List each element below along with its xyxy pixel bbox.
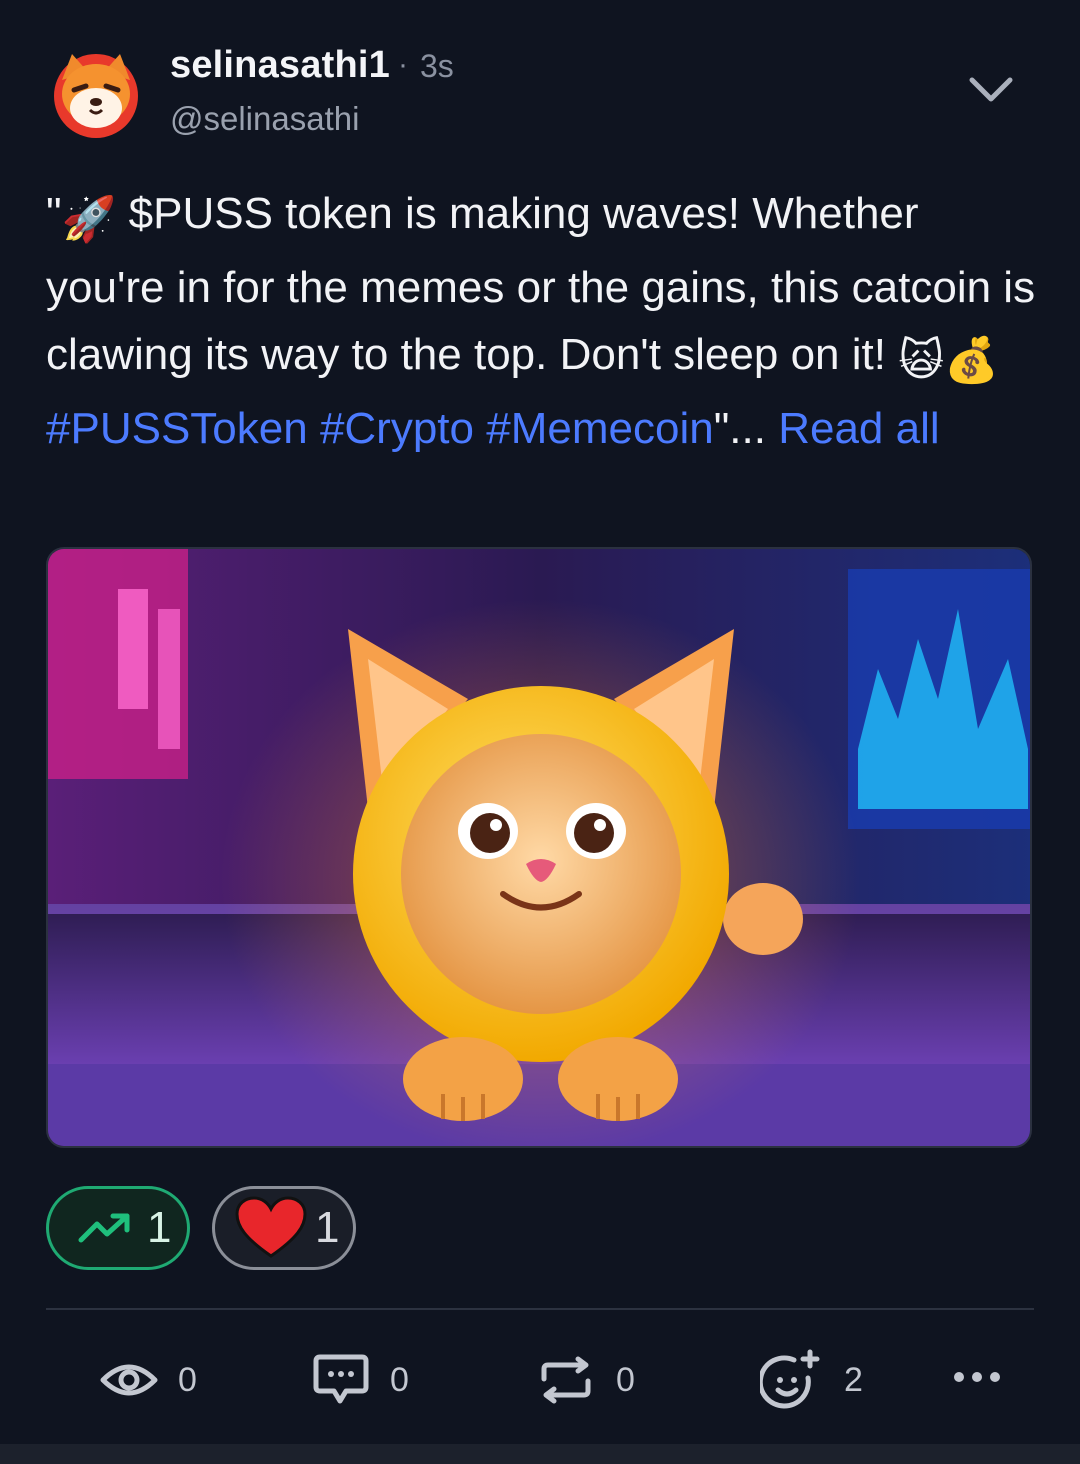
avatar[interactable]	[52, 50, 140, 138]
chevron-down-icon[interactable]	[966, 70, 1016, 110]
cat-coin-illustration	[48, 549, 1030, 1146]
hashtag-crypto[interactable]: #Crypto	[320, 404, 474, 453]
more-dots-icon	[954, 1372, 1000, 1382]
cat-emoji: 🙀	[898, 336, 945, 385]
add-reaction-smiley-icon	[760, 1349, 820, 1409]
post-card: selinasathi1 · 3s @selinasathi "🚀 $PUSS …	[0, 0, 1080, 1464]
reposts-count: 0	[616, 1360, 635, 1399]
add-reaction-button[interactable]: 2	[760, 1349, 863, 1410]
heart-icon	[235, 1196, 307, 1258]
hashtag-memecoin[interactable]: #Memecoin	[486, 404, 713, 453]
eye-icon	[100, 1364, 158, 1396]
comment-button[interactable]: 0	[312, 1350, 409, 1410]
heart-count: 1	[315, 1203, 340, 1252]
more-options-button[interactable]	[952, 1362, 1002, 1392]
trending-up-icon	[78, 1213, 130, 1243]
rocket-emoji: 🚀	[61, 195, 117, 244]
comment-bubble-icon	[313, 1354, 369, 1404]
heart-reaction-chip[interactable]: 1	[212, 1186, 356, 1270]
open-quote: "	[46, 189, 62, 238]
comments-count: 0	[390, 1360, 409, 1399]
post-body-text: $PUSS token is making waves! Whether you…	[46, 189, 1036, 379]
author-handle[interactable]: @selinasathi	[170, 100, 359, 138]
views-button[interactable]: 0	[100, 1350, 197, 1410]
divider	[46, 1308, 1034, 1310]
close-quote: "...	[713, 403, 766, 453]
trend-reaction-chip[interactable]: 1	[46, 1186, 190, 1270]
views-count: 0	[178, 1360, 197, 1399]
reactions-count: 2	[844, 1360, 863, 1399]
read-all-link[interactable]: Read all	[778, 404, 939, 453]
meta-separator: ·	[398, 48, 408, 81]
post-timestamp: 3s	[420, 48, 454, 84]
repost-icon	[541, 1356, 591, 1404]
bottom-edge-bar	[0, 1444, 1080, 1464]
trend-count: 1	[147, 1203, 172, 1252]
post-body: "🚀 $PUSS token is making waves! Whether …	[46, 180, 1036, 462]
hashtag-pusstoken[interactable]: #PUSSToken	[46, 404, 308, 453]
author-username[interactable]: selinasathi1	[170, 44, 390, 87]
money-bag-emoji: 💰	[944, 336, 999, 385]
repost-button[interactable]: 0	[536, 1350, 635, 1410]
post-image[interactable]	[46, 547, 1032, 1148]
